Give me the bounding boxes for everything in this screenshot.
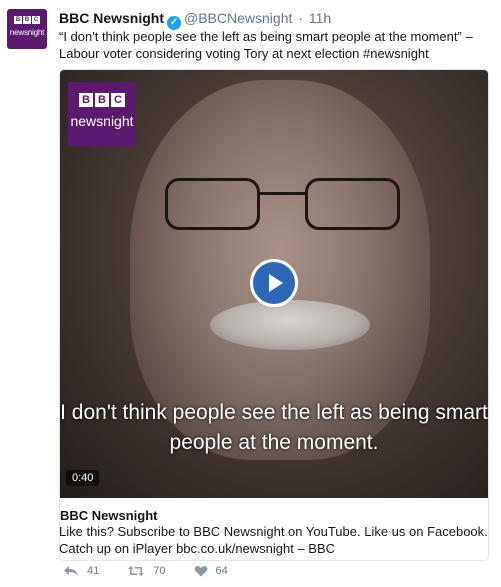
reply-count: 41 [87, 565, 100, 577]
like-button[interactable]: 64 [194, 565, 228, 577]
avatar[interactable]: B B C newsnight [7, 9, 47, 49]
glasses-lens-left [165, 178, 260, 230]
glasses-lens-right [305, 178, 400, 230]
bbc-letter: B [95, 93, 109, 107]
timestamp[interactable]: 11h [309, 10, 331, 26]
card-description: Like this? Subscribe to BBC Newsnight on… [59, 524, 488, 556]
avatar-wordmark: newsnight [9, 28, 45, 37]
play-button-circle [253, 262, 295, 304]
bbc-letter: C [32, 16, 40, 24]
card-info[interactable]: BBC Newsnight [60, 498, 488, 523]
reply-icon [64, 566, 78, 576]
tweet-actions: 41 70 64 [63, 565, 256, 577]
separator-dot: · [298, 10, 303, 26]
retweet-button[interactable]: 70 [127, 565, 166, 577]
video-card[interactable]: B B C newsnight I don't think people see… [59, 69, 489, 561]
tweet: B B C newsnight BBC Newsnight ✓ @BBCNewsni… [0, 0, 501, 587]
bbc-letter: C [111, 93, 125, 107]
tweet-header: BBC Newsnight ✓ @BBCNewsnight · 11h [59, 10, 331, 30]
glasses-bridge [260, 192, 305, 195]
tweet-text: “I don't think people see the left as be… [59, 29, 473, 61]
display-name[interactable]: BBC Newsnight [59, 10, 164, 26]
retweet-icon [128, 566, 145, 576]
bbc-logo: B B C [7, 16, 47, 24]
retweet-count: 70 [153, 565, 166, 577]
heart-icon [194, 565, 207, 577]
bbc-letter: B [23, 16, 31, 24]
video-caption: I don't think people see the left as bei… [60, 401, 488, 454]
bbc-letter: B [79, 93, 93, 107]
video-duration: 0:40 [66, 470, 100, 486]
like-count: 64 [215, 565, 228, 577]
play-button[interactable] [250, 259, 298, 307]
badge-wordmark: newsnight [70, 113, 134, 129]
newsnight-logo-badge: B B C newsnight [68, 82, 136, 146]
user-handle[interactable]: @BBCNewsnight [184, 10, 292, 26]
reply-button[interactable]: 41 [63, 565, 99, 577]
card-title[interactable]: BBC Newsnight [60, 508, 488, 523]
play-icon [269, 274, 283, 292]
video-player[interactable]: B B C newsnight I don't think people see… [60, 70, 488, 498]
thumbnail-mustache [210, 300, 370, 350]
bbc-logo: B B C [68, 93, 136, 107]
bbc-letter: B [14, 16, 22, 24]
thumbnail-glasses [165, 178, 405, 233]
